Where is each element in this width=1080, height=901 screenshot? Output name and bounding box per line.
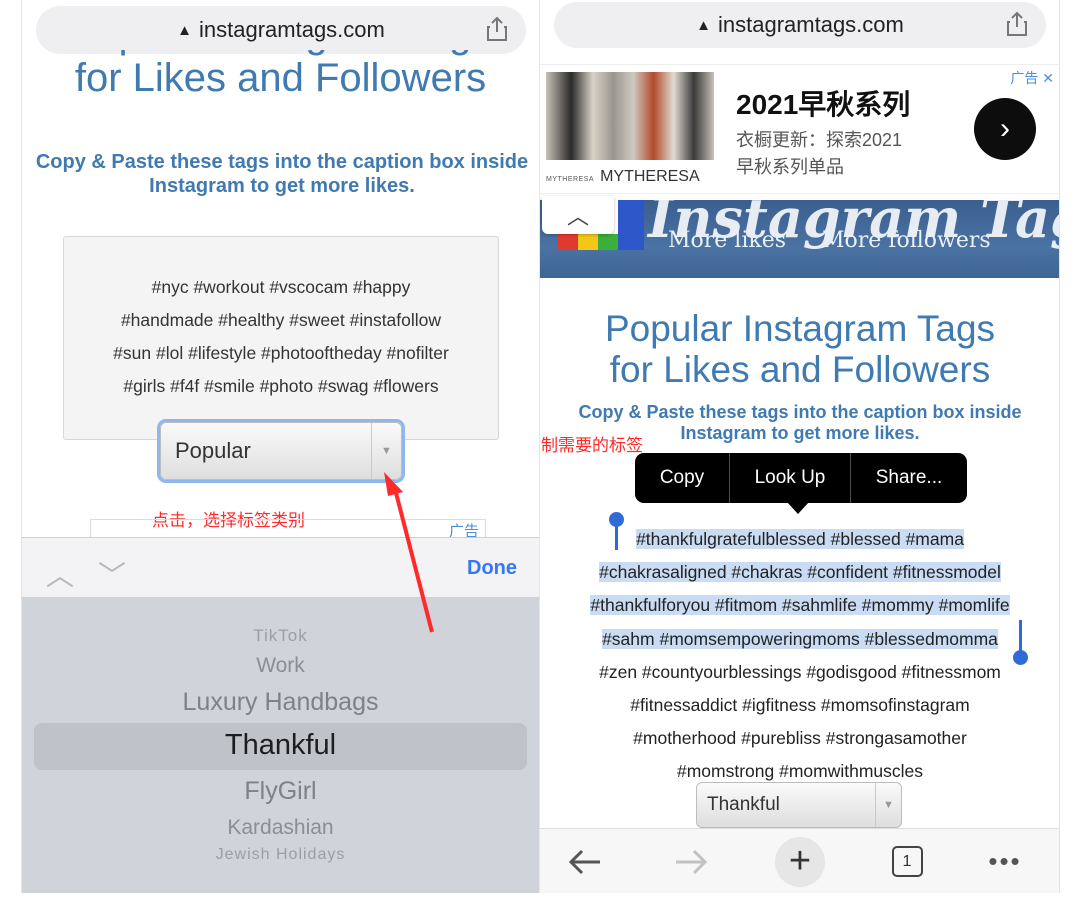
ad-description: 衣橱更新：探索2021 早秋系列单品 xyxy=(736,130,903,177)
select-value: Popular xyxy=(175,438,251,463)
tag-line: #zen #countyourblessings #godisgood #fit… xyxy=(599,661,1001,682)
tag-line: #fitnessaddict #igfitness #momsofinstagr… xyxy=(630,695,970,716)
chevron-up-icon[interactable]: ︿ xyxy=(46,554,74,594)
tag-line: #girls #f4f #smile #photo #swag #flowers xyxy=(123,376,439,396)
page-title: Popular Instagram Tags for Likes and Fol… xyxy=(604,308,996,390)
picker-item[interactable]: Work xyxy=(22,654,539,678)
collapse-ad-button[interactable]: ︿ xyxy=(542,196,614,234)
url-bar[interactable]: ▲ instagramtags.com xyxy=(554,2,1046,48)
url-text: instagramtags.com xyxy=(718,12,904,37)
selected-tag-line[interactable]: #thankfulforyou #fitmom #sahmlife #mommy… xyxy=(590,595,1010,616)
selection-start-bar xyxy=(615,520,618,550)
ad-label[interactable]: 广告 ✕ xyxy=(1010,68,1054,88)
done-button[interactable]: Done xyxy=(467,557,517,580)
url-bar[interactable]: ▲ instagramtags.com xyxy=(36,6,526,54)
category-select[interactable]: Thankful ▼ xyxy=(696,782,902,828)
callout-tail xyxy=(787,502,809,514)
selection-end-handle[interactable] xyxy=(1013,650,1028,665)
tabs-button[interactable]: 1 xyxy=(882,829,932,893)
category-picker-wheel[interactable]: TikTok Work Luxury Handbags Thankful Fly… xyxy=(22,598,539,893)
ad-brand: MYTHERESA MYTHERESA xyxy=(546,168,700,185)
page-title: Popular Instagram Tags for Likes and Fol… xyxy=(70,50,492,100)
banner-subtitle: More likes xyxy=(668,228,787,253)
banner-subtitle: More followers xyxy=(822,228,991,253)
left-screenshot: ▲ instagramtags.com Popular Instagram Ta… xyxy=(22,0,539,893)
picker-item[interactable]: FlyGirl xyxy=(22,777,539,806)
chevron-down-icon: ▼ xyxy=(875,783,901,827)
picker-item[interactable]: Jewish Holidays xyxy=(22,846,539,864)
ad-photo xyxy=(546,72,714,160)
copy-button[interactable]: Copy xyxy=(635,453,729,503)
tag-line: #nyc #workout #vscocam #happy xyxy=(151,277,411,297)
tag-line: #handmade #healthy #sweet #instafollow xyxy=(120,310,442,330)
plus-icon: + xyxy=(775,836,825,887)
share-icon[interactable] xyxy=(1006,11,1028,43)
tag-line: #sun #lol #lifestyle #photooftheday #nof… xyxy=(113,343,449,363)
lock-icon: ▲ xyxy=(177,21,192,39)
url-text: instagramtags.com xyxy=(199,17,385,42)
selected-tag-line[interactable]: #sahm #momsempoweringmoms #blessedmomma xyxy=(602,628,998,649)
keyboard-accessory-bar: ︿ ﹀ Done xyxy=(22,537,539,598)
ad-headline: 2021早秋系列 xyxy=(736,89,911,120)
share-button[interactable]: Share... xyxy=(851,453,967,503)
tab-count: 1 xyxy=(891,846,923,877)
chevron-down-icon: ▼ xyxy=(371,423,401,479)
text-selection-menu: Copy Look Up Share... xyxy=(635,453,967,514)
more-menu-icon[interactable]: ••• xyxy=(980,829,1030,893)
lock-icon: ▲ xyxy=(696,16,711,34)
category-select[interactable]: Popular ▼ xyxy=(160,422,402,480)
share-icon[interactable] xyxy=(486,16,508,48)
ad-banner[interactable]: MYTHERESA MYTHERESA 2021早秋系列 衣橱更新：探索2021 … xyxy=(540,64,1059,194)
selected-tag-line[interactable]: #thankfulgratefulblessed #blessed #mama xyxy=(636,529,964,549)
forward-arrow-icon[interactable] xyxy=(666,829,716,893)
page-subtitle: Copy & Paste these tags into the caption… xyxy=(35,151,529,197)
new-tab-button[interactable]: + xyxy=(773,829,827,893)
chevron-down-icon[interactable]: ﹀ xyxy=(98,554,126,594)
selection-end-bar xyxy=(1019,620,1022,653)
tag-line: #motherhood #purebliss #strongasamother xyxy=(633,728,967,749)
tag-box: #nyc #workout #vscocam #happy #handmade … xyxy=(63,236,499,440)
divider xyxy=(21,0,22,893)
picker-item[interactable]: TikTok xyxy=(22,626,539,646)
tag-text[interactable]: #thankfulgratefulblessed #blessed #mama … xyxy=(540,523,1059,789)
divider xyxy=(1059,0,1060,893)
annotation-text: 复制需要的标签 xyxy=(540,436,643,455)
chevron-right-icon[interactable]: › xyxy=(974,98,1036,160)
picker-item[interactable]: Luxury Handbags xyxy=(22,688,539,717)
browser-toolbar: + 1 ••• xyxy=(540,828,1059,893)
picker-item-selected[interactable]: Thankful xyxy=(22,729,539,762)
picker-item[interactable]: Kardashian xyxy=(22,816,539,840)
select-value: Thankful xyxy=(707,794,780,815)
back-arrow-icon[interactable] xyxy=(560,829,610,893)
look-up-button[interactable]: Look Up xyxy=(730,453,850,503)
right-screenshot: ▲ instagramtags.com MYTHERESA MYTHERESA 2… xyxy=(539,0,1059,893)
selected-tag-line[interactable]: #chakrasaligned #chakras #confident #fit… xyxy=(599,562,1001,583)
site-banner: Instagram Tags More likes More followers xyxy=(540,200,1059,278)
